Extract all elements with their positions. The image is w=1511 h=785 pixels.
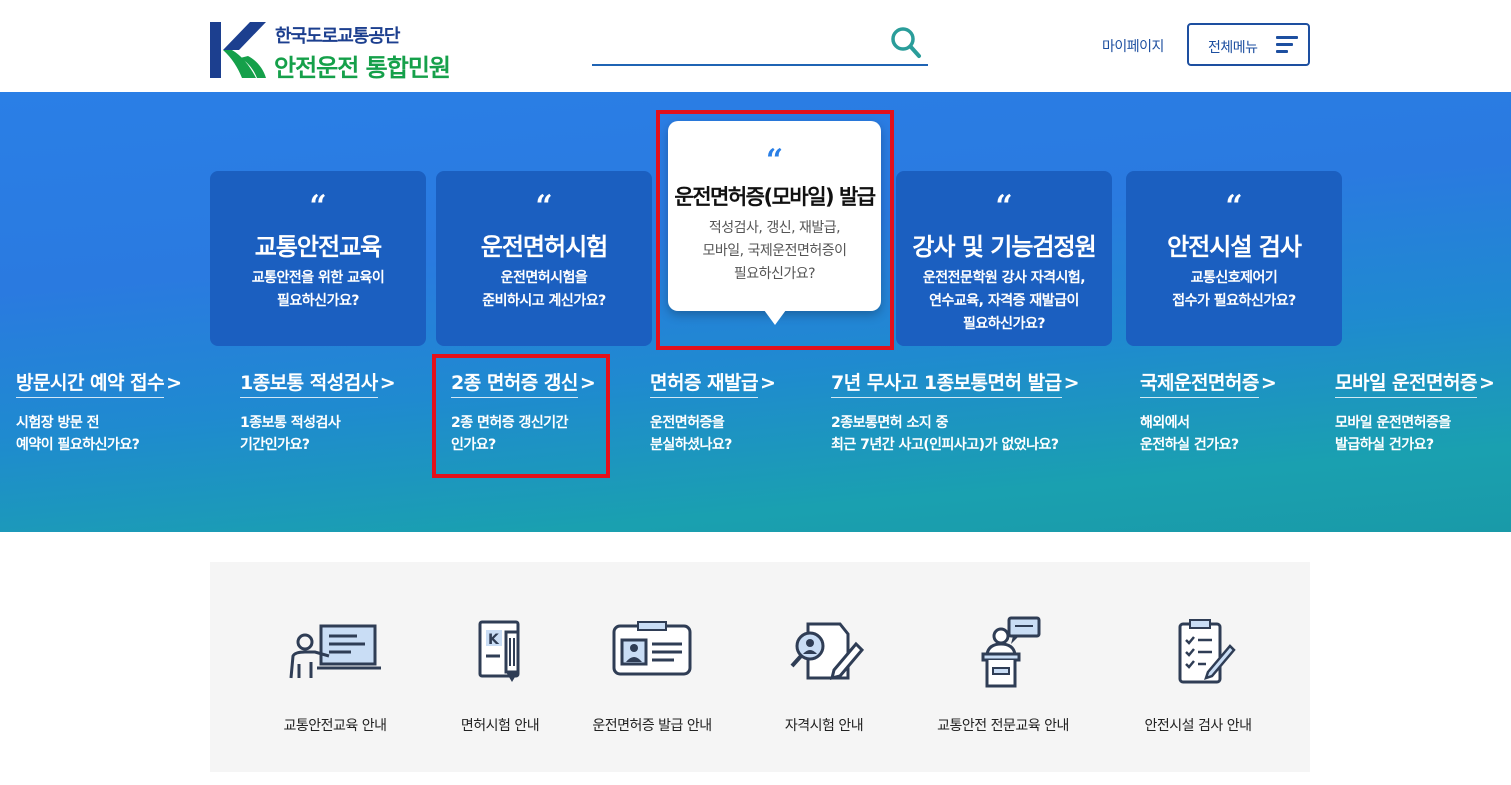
- service-label: 안전시설 검사 안내: [1144, 718, 1252, 734]
- card-title: 교통안전교육: [254, 233, 382, 261]
- quick-link-visit-reservation[interactable]: 방문시간 예약 접수 > 시험장 방문 전 예약이 필요하신가요?: [16, 368, 182, 456]
- card-title: 강사 및 기능검정원: [912, 233, 1096, 261]
- card-description: 운전면허시험을 준비하시고 계신가요?: [482, 270, 606, 309]
- all-menu-button[interactable]: 전체메뉴: [1187, 23, 1310, 66]
- quote-icon: “: [535, 189, 553, 224]
- all-menu-label: 전체메뉴: [1208, 40, 1258, 56]
- service-label: 자격시험 안내: [784, 718, 864, 734]
- service-license-issuance-guide[interactable]: 운전면허증 발급 안내: [562, 616, 742, 734]
- hero-banner: “ 교통안전교육 교통안전을 위한 교육이 필요하신가요? “ 운전면허시험 운…: [0, 92, 1511, 532]
- quick-link-description: 2종 면허증 갱신기간 인가요?: [451, 415, 569, 453]
- quick-link-description: 해외에서 운전하실 건가요?: [1140, 415, 1239, 453]
- quick-link-title: 7년 무사고 1종보통면허 발급: [831, 368, 1062, 398]
- card-instructor-examiner[interactable]: “ 강사 및 기능검정원 운전전문학원 강사 자격시험, 연수교육, 자격증 재…: [896, 171, 1112, 346]
- chevron-right-icon: >: [579, 372, 596, 394]
- quick-link-class2-renewal[interactable]: 2종 면허증 갱신 > 2종 면허증 갱신기간 인가요?: [451, 368, 596, 456]
- quick-link-description: 운전면허증을 분실하셨나요?: [650, 415, 732, 453]
- card-safety-facility-inspection[interactable]: “ 안전시설 검사 교통신호제어기 접수가 필요하신가요?: [1126, 171, 1342, 346]
- quick-link-international-license[interactable]: 국제운전면허증 > 해외에서 운전하실 건가요?: [1140, 368, 1277, 456]
- hamburger-icon: [1276, 36, 1298, 54]
- service-guide-section: 교통안전교육 안내 K 면허시험 안내 운전면허증 발급 안내 자격시험 안내 …: [210, 562, 1310, 772]
- quick-link-class1-aptitude[interactable]: 1종보통 적성검사 > 1종보통 적성검사 기간인가요?: [240, 368, 396, 456]
- service-certificate-test-guide[interactable]: 자격시험 안내: [734, 616, 914, 734]
- lecturer-podium-icon: [981, 616, 1041, 688]
- card-description: 교통신호제어기 접수가 필요하신가요?: [1172, 270, 1296, 309]
- checklist-icon: [1178, 619, 1236, 684]
- service-label: 교통안전교육 안내: [283, 718, 388, 734]
- mypage-link[interactable]: 마이페이지: [1102, 36, 1164, 56]
- chevron-right-icon: >: [1260, 372, 1277, 394]
- quick-link-title: 면허증 재발급: [650, 368, 759, 398]
- quick-link-7yr-no-accident[interactable]: 7년 무사고 1종보통면허 발급 > 2종보통면허 소지 중 최근 7년간 사고(…: [831, 368, 1080, 456]
- quick-link-description: 1종보통 적성검사 기간인가요?: [240, 415, 341, 453]
- quick-link-reissue[interactable]: 면허증 재발급 > 운전면허증을 분실하셨나요?: [650, 368, 776, 456]
- site-title: 안전운전 통합민원: [274, 54, 451, 82]
- certificate-search-icon: [790, 622, 865, 681]
- quote-icon: “: [1225, 189, 1243, 224]
- service-label: 운전면허증 발급 안내: [592, 718, 712, 734]
- id-card-icon: [612, 621, 692, 676]
- chevron-right-icon: >: [760, 372, 776, 394]
- service-safety-inspection-guide[interactable]: 안전시설 검사 안내: [1108, 616, 1288, 734]
- quick-link-description: 2종보통면허 소지 중 최근 7년간 사고(인피사고)가 없었나요?: [831, 415, 1059, 453]
- site-logo[interactable]: 한국도로교통공단 안전운전 통합민원: [210, 20, 470, 82]
- search-icon[interactable]: [890, 26, 922, 60]
- card-title: 운전면허시험: [480, 233, 608, 261]
- quick-link-title: 2종 면허증 갱신: [451, 368, 578, 398]
- svg-text:K: K: [488, 632, 500, 648]
- chevron-right-icon: >: [1063, 372, 1080, 394]
- chevron-right-icon: >: [379, 372, 396, 394]
- service-traffic-education-guide[interactable]: 교통안전교육 안내: [245, 616, 425, 734]
- service-professional-education-guide[interactable]: 교통안전 전문교육 안내: [913, 616, 1093, 734]
- card-license-test[interactable]: “ 운전면허시험 운전면허시험을 준비하시고 계신가요?: [436, 171, 652, 346]
- quick-link-description: 시험장 방문 전 예약이 필요하신가요?: [16, 415, 140, 453]
- search-input[interactable]: [592, 28, 882, 58]
- org-name: 한국도로교통공단: [275, 26, 400, 47]
- quick-link-title: 1종보통 적성검사: [240, 368, 378, 398]
- quick-link-title: 모바일 운전면허증: [1335, 368, 1477, 398]
- search-bar: [592, 22, 928, 66]
- chevron-right-icon: >: [166, 372, 182, 394]
- highlight-box-active-card: [656, 110, 894, 350]
- quick-link-title: 방문시간 예약 접수: [16, 368, 165, 398]
- card-traffic-safety-education[interactable]: “ 교통안전교육 교통안전을 위한 교육이 필요하신가요?: [210, 171, 426, 346]
- license-test-icon: K: [478, 620, 520, 682]
- quote-icon: “: [995, 189, 1013, 224]
- card-title: 안전시설 검사: [1167, 233, 1302, 261]
- service-label: 교통안전 전문교육 안내: [937, 718, 1069, 734]
- chevron-right-icon: >: [1478, 372, 1495, 394]
- site-header: 한국도로교통공단 안전운전 통합민원 마이페이지 전체메뉴: [0, 0, 1511, 92]
- presentation-icon: [289, 624, 381, 679]
- quick-link-mobile-license[interactable]: 모바일 운전면허증 > 모바일 운전면허증을 발급하실 건가요?: [1335, 368, 1495, 456]
- koroad-logo-icon: [210, 22, 266, 78]
- quick-link-description: 모바일 운전면허증을 발급하실 건가요?: [1335, 415, 1451, 453]
- card-description: 운전전문학원 강사 자격시험, 연수교육, 자격증 재발급이 필요하신가요?: [922, 270, 1086, 332]
- quote-icon: “: [309, 189, 327, 224]
- card-description: 교통안전을 위한 교육이 필요하신가요?: [251, 270, 385, 309]
- quick-link-title: 국제운전면허증: [1140, 368, 1259, 398]
